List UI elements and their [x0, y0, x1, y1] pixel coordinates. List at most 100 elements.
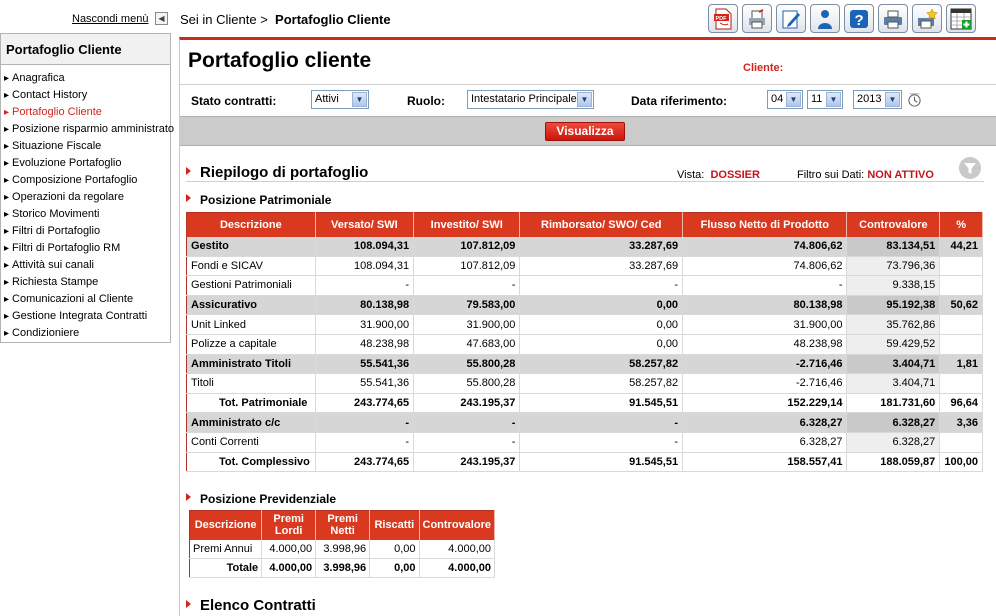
table-cell: 55.800,28	[413, 354, 521, 375]
table-cell: Polizze a capitale	[186, 334, 316, 355]
printer-icon[interactable]	[742, 4, 772, 33]
ruolo-select[interactable]: Intestatario Principale ▼	[467, 90, 594, 109]
table-cell: 4.000,00	[261, 558, 317, 578]
sidebar-item[interactable]: Gestione Integrata Contratti	[1, 308, 170, 325]
table-cell: 3.404,71	[846, 373, 941, 394]
filtro-label: Filtro sui Dati:	[797, 169, 865, 181]
table-cell: 80.138,98	[682, 295, 848, 316]
month-select[interactable]: 11 ▼	[807, 90, 843, 109]
table-row: Tot. Patrimoniale 243.774,65 243.195,37 91.…	[186, 393, 983, 414]
filter-bar: Stato contratti: Attivi ▼ Ruolo: Intestat…	[180, 84, 996, 114]
collapse-menu-icon[interactable]: ◀	[155, 12, 168, 25]
stato-contratti-label: Stato contratti:	[191, 94, 277, 108]
sidebar-item[interactable]: Attività sui canali	[1, 257, 170, 274]
day-select[interactable]: 04 ▼	[767, 90, 803, 109]
table-cell: 1,81	[939, 354, 983, 375]
column-header: Versato/ SWI	[315, 212, 415, 237]
favorites-icon[interactable]	[912, 4, 942, 33]
table-cell: Fondi e SICAV	[186, 256, 316, 277]
sidebar-item[interactable]: Portafoglio Cliente	[1, 104, 170, 121]
column-header: Investito/ SWI	[413, 212, 521, 237]
edit-icon[interactable]	[776, 4, 806, 33]
sidebar-item[interactable]: Condizioniere	[1, 325, 170, 342]
table-cell: 108.094,31	[315, 236, 415, 257]
year-select[interactable]: 2013 ▼	[853, 90, 902, 109]
table-cell: 33.287,69	[519, 256, 684, 277]
sidebar-title: Portafoglio Cliente	[1, 34, 170, 65]
vista-label: Vista:	[677, 169, 705, 181]
column-header: Riscatti	[369, 510, 420, 540]
table-cell: 58.257,82	[519, 354, 684, 375]
table-cell: 31.900,00	[315, 314, 415, 335]
calendar-clock-icon[interactable]	[907, 92, 922, 107]
stato-contratti-value: Attivi	[315, 93, 339, 105]
table-cell: 95.192,38	[846, 295, 941, 316]
section-divider	[186, 181, 984, 182]
table-cell	[939, 432, 983, 453]
print-icon[interactable]	[878, 4, 908, 33]
patrimoniale-table: Descrizione Versato/ SWI Investito/ SWI Rim…	[186, 212, 983, 473]
sidebar-item[interactable]: Richiesta Stampe	[1, 274, 170, 291]
table-cell: -	[682, 275, 848, 296]
table-cell: Assicurativo	[186, 295, 316, 316]
pdf-icon[interactable]: PDF	[708, 4, 738, 33]
table-cell: 243.195,37	[413, 452, 521, 473]
sidebar-item[interactable]: Situazione Fiscale	[1, 138, 170, 155]
sidebar-item[interactable]: Anagrafica	[1, 70, 170, 87]
column-header: Controvalore	[419, 510, 495, 540]
sidebar-item[interactable]: Comunicazioni al Cliente	[1, 291, 170, 308]
table-cell: 31.900,00	[682, 314, 848, 335]
vista-value: DOSSIER	[710, 169, 760, 181]
table-row: Titoli 55.541,36 55.800,28 58.257,82 -2.716,…	[186, 373, 983, 394]
help-icon[interactable]: ?	[844, 4, 874, 33]
page-title: Portafoglio cliente	[188, 49, 372, 72]
table-row: Assicurativo 80.138,98 79.583,00 0,00 80.138…	[186, 295, 983, 316]
table-cell: Amministrato Titoli	[186, 354, 316, 375]
table-cell: 48.238,98	[682, 334, 848, 355]
table-cell: Amministrato c/c	[186, 412, 316, 433]
sidebar-item[interactable]: Posizione risparmio amministrato	[1, 121, 174, 138]
column-header: Descrizione	[189, 510, 263, 540]
stato-contratti-select[interactable]: Attivi ▼	[311, 90, 369, 109]
table-cell: 91.545,51	[519, 393, 684, 414]
sidebar-item[interactable]: Filtri di Portafoglio RM	[1, 240, 170, 257]
table-cell: -	[315, 412, 415, 433]
visualizza-button[interactable]: Visualizza	[545, 122, 625, 141]
month-value: 11	[811, 93, 823, 105]
sidebar-item[interactable]: Operazioni da regolare	[1, 189, 170, 206]
table-row: Polizze a capitale 48.238,98 47.683,00 0,00…	[186, 334, 983, 355]
sidebar-item[interactable]: Contact History	[1, 87, 170, 104]
sidebar-item[interactable]: Storico Movimenti	[1, 206, 170, 223]
table-cell: 4.000,00	[261, 539, 317, 559]
sidebar-item[interactable]: Composizione Portafoglio	[1, 172, 170, 189]
table-cell: -	[315, 275, 415, 296]
table-cell: 0,00	[519, 295, 684, 316]
table-cell: 243.774,65	[315, 393, 415, 414]
filter-icon[interactable]	[959, 157, 981, 179]
table-cell: 55.541,36	[315, 354, 415, 375]
table-cell: 100,00	[939, 452, 983, 473]
table-cell: Conti Correnti	[186, 432, 316, 453]
hide-menu-link[interactable]: Nascondi menù	[72, 13, 148, 25]
patrimoniale-title-text: Posizione Patrimoniale	[200, 193, 332, 207]
table-cell: -	[413, 275, 521, 296]
sidebar-item[interactable]: Filtri di Portafoglio	[1, 223, 170, 240]
user-icon[interactable]	[810, 4, 840, 33]
table-cell: 50,62	[939, 295, 983, 316]
riepilogo-title-text: Riepilogo di portafoglio	[200, 164, 369, 181]
sidebar-item[interactable]: Evoluzione Portafoglio	[1, 155, 170, 172]
ruolo-value: Intestatario Principale	[471, 93, 577, 105]
data-riferimento-label: Data riferimento:	[631, 94, 728, 108]
client-label: Cliente:	[743, 62, 784, 74]
table-cell: Tot. Complessivo	[186, 452, 316, 473]
table-cell: 55.800,28	[413, 373, 521, 394]
table-cell: 80.138,98	[315, 295, 415, 316]
table-cell: 48.238,98	[315, 334, 415, 355]
table-cell: 74.806,62	[682, 236, 848, 257]
table-cell: 158.557,41	[682, 452, 848, 473]
table-cell: 96,64	[939, 393, 983, 414]
export-excel-icon[interactable]	[946, 4, 976, 33]
table-cell: -2.716,46	[682, 354, 848, 375]
chevron-down-icon: ▼	[885, 92, 900, 107]
table-cell: Gestito	[186, 236, 316, 257]
